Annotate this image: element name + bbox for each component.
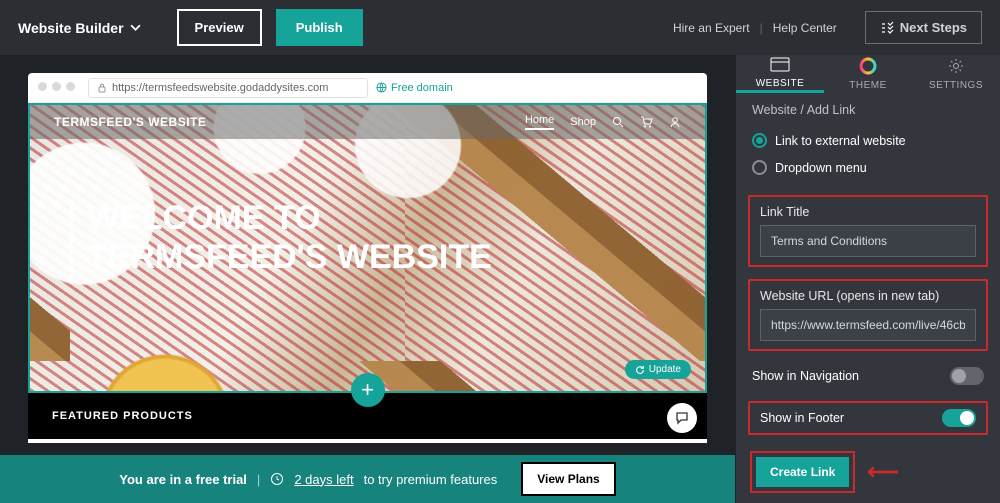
clock-icon — [270, 472, 284, 486]
create-link-highlight: Create Link — [750, 451, 855, 493]
canvas-column: https://termsfeedswebsite.godaddysites.c… — [0, 55, 735, 503]
breadcrumb-leaf: Add Link — [807, 103, 856, 117]
brand-label: Website Builder — [18, 20, 124, 36]
add-section-button[interactable]: + — [351, 373, 385, 407]
trial-tail: to try premium features — [364, 472, 498, 487]
featured-heading: FEATURED PRODUCTS — [52, 410, 193, 422]
publish-button[interactable]: Publish — [276, 9, 363, 46]
help-links: Hire an Expert | Help Center Next Steps — [673, 11, 982, 44]
tab-theme[interactable]: THEME — [824, 55, 912, 93]
chevron-down-icon — [130, 22, 141, 33]
website-url-group: Website URL (opens in new tab) — [748, 279, 988, 351]
update-label: Update — [649, 364, 681, 375]
radio-external[interactable]: Link to external website — [752, 127, 984, 154]
trial-msg: You are in a free trial — [119, 472, 247, 487]
top-toolbar: Website Builder Preview Publish Hire an … — [0, 0, 1000, 55]
trial-banner: You are in a free trial | 2 days left to… — [0, 455, 735, 503]
hero-section[interactable]: TERMSFEED'S WEBSITE Home Shop WELCOME TO… — [28, 103, 707, 393]
checklist-icon — [880, 21, 894, 35]
lock-icon — [97, 83, 107, 93]
link-title-group: Link Title — [748, 195, 988, 267]
site-nav: Home Shop — [525, 114, 681, 130]
show-in-nav-toggle[interactable] — [950, 367, 984, 385]
website-icon — [770, 57, 790, 73]
right-sidebar: WEBSITE THEME SETTINGS Website / Add Lin… — [735, 55, 1000, 503]
cart-icon[interactable] — [640, 116, 653, 128]
tab-website-label: WEBSITE — [756, 78, 805, 89]
arrow-annotation: ⟵ — [867, 459, 899, 485]
radio-icon — [752, 133, 767, 148]
nav-home[interactable]: Home — [525, 114, 554, 130]
trial-days-link[interactable]: 2 days left — [294, 472, 353, 487]
separator: | — [257, 472, 260, 487]
hire-expert-link[interactable]: Hire an Expert — [673, 21, 750, 35]
preview-address-bar: https://termsfeedswebsite.godaddysites.c… — [28, 73, 707, 103]
link-title-label: Link Title — [760, 205, 976, 219]
chat-icon — [674, 410, 690, 426]
tab-website[interactable]: WEBSITE — [736, 55, 824, 93]
chat-fab[interactable] — [667, 403, 697, 433]
create-link-button[interactable]: Create Link — [756, 457, 849, 487]
sidebar-tabs: WEBSITE THEME SETTINGS — [736, 55, 1000, 93]
user-icon[interactable] — [669, 116, 681, 128]
create-link-row: Create Link ⟵ — [736, 441, 1000, 503]
radio-dropdown[interactable]: Dropdown menu — [752, 154, 984, 181]
radio-external-label: Link to external website — [775, 134, 906, 148]
nav-shop[interactable]: Shop — [570, 116, 596, 128]
tab-settings[interactable]: SETTINGS — [912, 55, 1000, 93]
view-plans-button[interactable]: View Plans — [521, 462, 615, 496]
website-url-label: Website URL (opens in new tab) — [760, 289, 976, 303]
show-in-nav-label: Show in Navigation — [752, 369, 859, 383]
next-steps-label: Next Steps — [900, 20, 967, 35]
breadcrumb-root[interactable]: Website — [752, 103, 797, 117]
update-button[interactable]: Update — [625, 360, 691, 379]
hero-text: WELCOME TO TERMSFEED'S WEBSITE — [30, 139, 705, 277]
show-in-nav-row: Show in Navigation — [736, 357, 1000, 395]
theme-icon — [859, 57, 877, 75]
link-title-input[interactable] — [760, 225, 976, 257]
free-domain-text: Free domain — [391, 82, 453, 94]
radio-dropdown-label: Dropdown menu — [775, 161, 867, 175]
website-url-input[interactable] — [760, 309, 976, 341]
search-icon[interactable] — [612, 116, 624, 128]
site-header: TERMSFEED'S WEBSITE Home Shop — [30, 105, 705, 139]
help-center-link[interactable]: Help Center — [773, 21, 837, 35]
radio-icon — [752, 160, 767, 175]
tab-settings-label: SETTINGS — [929, 80, 983, 91]
site-title: TERMSFEED'S WEBSITE — [54, 115, 206, 129]
globe-icon — [376, 82, 387, 93]
free-domain-link[interactable]: Free domain — [376, 82, 453, 94]
window-controls — [38, 82, 80, 94]
separator: | — [760, 21, 763, 35]
next-steps-button[interactable]: Next Steps — [865, 11, 982, 44]
gear-icon — [947, 57, 965, 75]
show-in-footer-group: Show in Footer — [748, 401, 988, 435]
refresh-icon — [635, 365, 645, 375]
hero-heading: WELCOME TO TERMSFEED'S WEBSITE — [70, 199, 530, 277]
preview-button[interactable]: Preview — [177, 9, 262, 46]
product-switcher[interactable]: Website Builder — [18, 20, 141, 36]
tab-theme-label: THEME — [849, 80, 887, 91]
preview-url: https://termsfeedswebsite.godaddysites.c… — [88, 78, 368, 98]
preview-url-text: https://termsfeedswebsite.godaddysites.c… — [112, 82, 328, 94]
breadcrumb: Website / Add Link — [736, 93, 1000, 121]
site-preview-frame: https://termsfeedswebsite.godaddysites.c… — [28, 73, 707, 443]
show-in-footer-label: Show in Footer — [760, 411, 844, 425]
link-type-radio-group: Link to external website Dropdown menu — [736, 121, 1000, 189]
show-in-footer-toggle[interactable] — [942, 409, 976, 427]
